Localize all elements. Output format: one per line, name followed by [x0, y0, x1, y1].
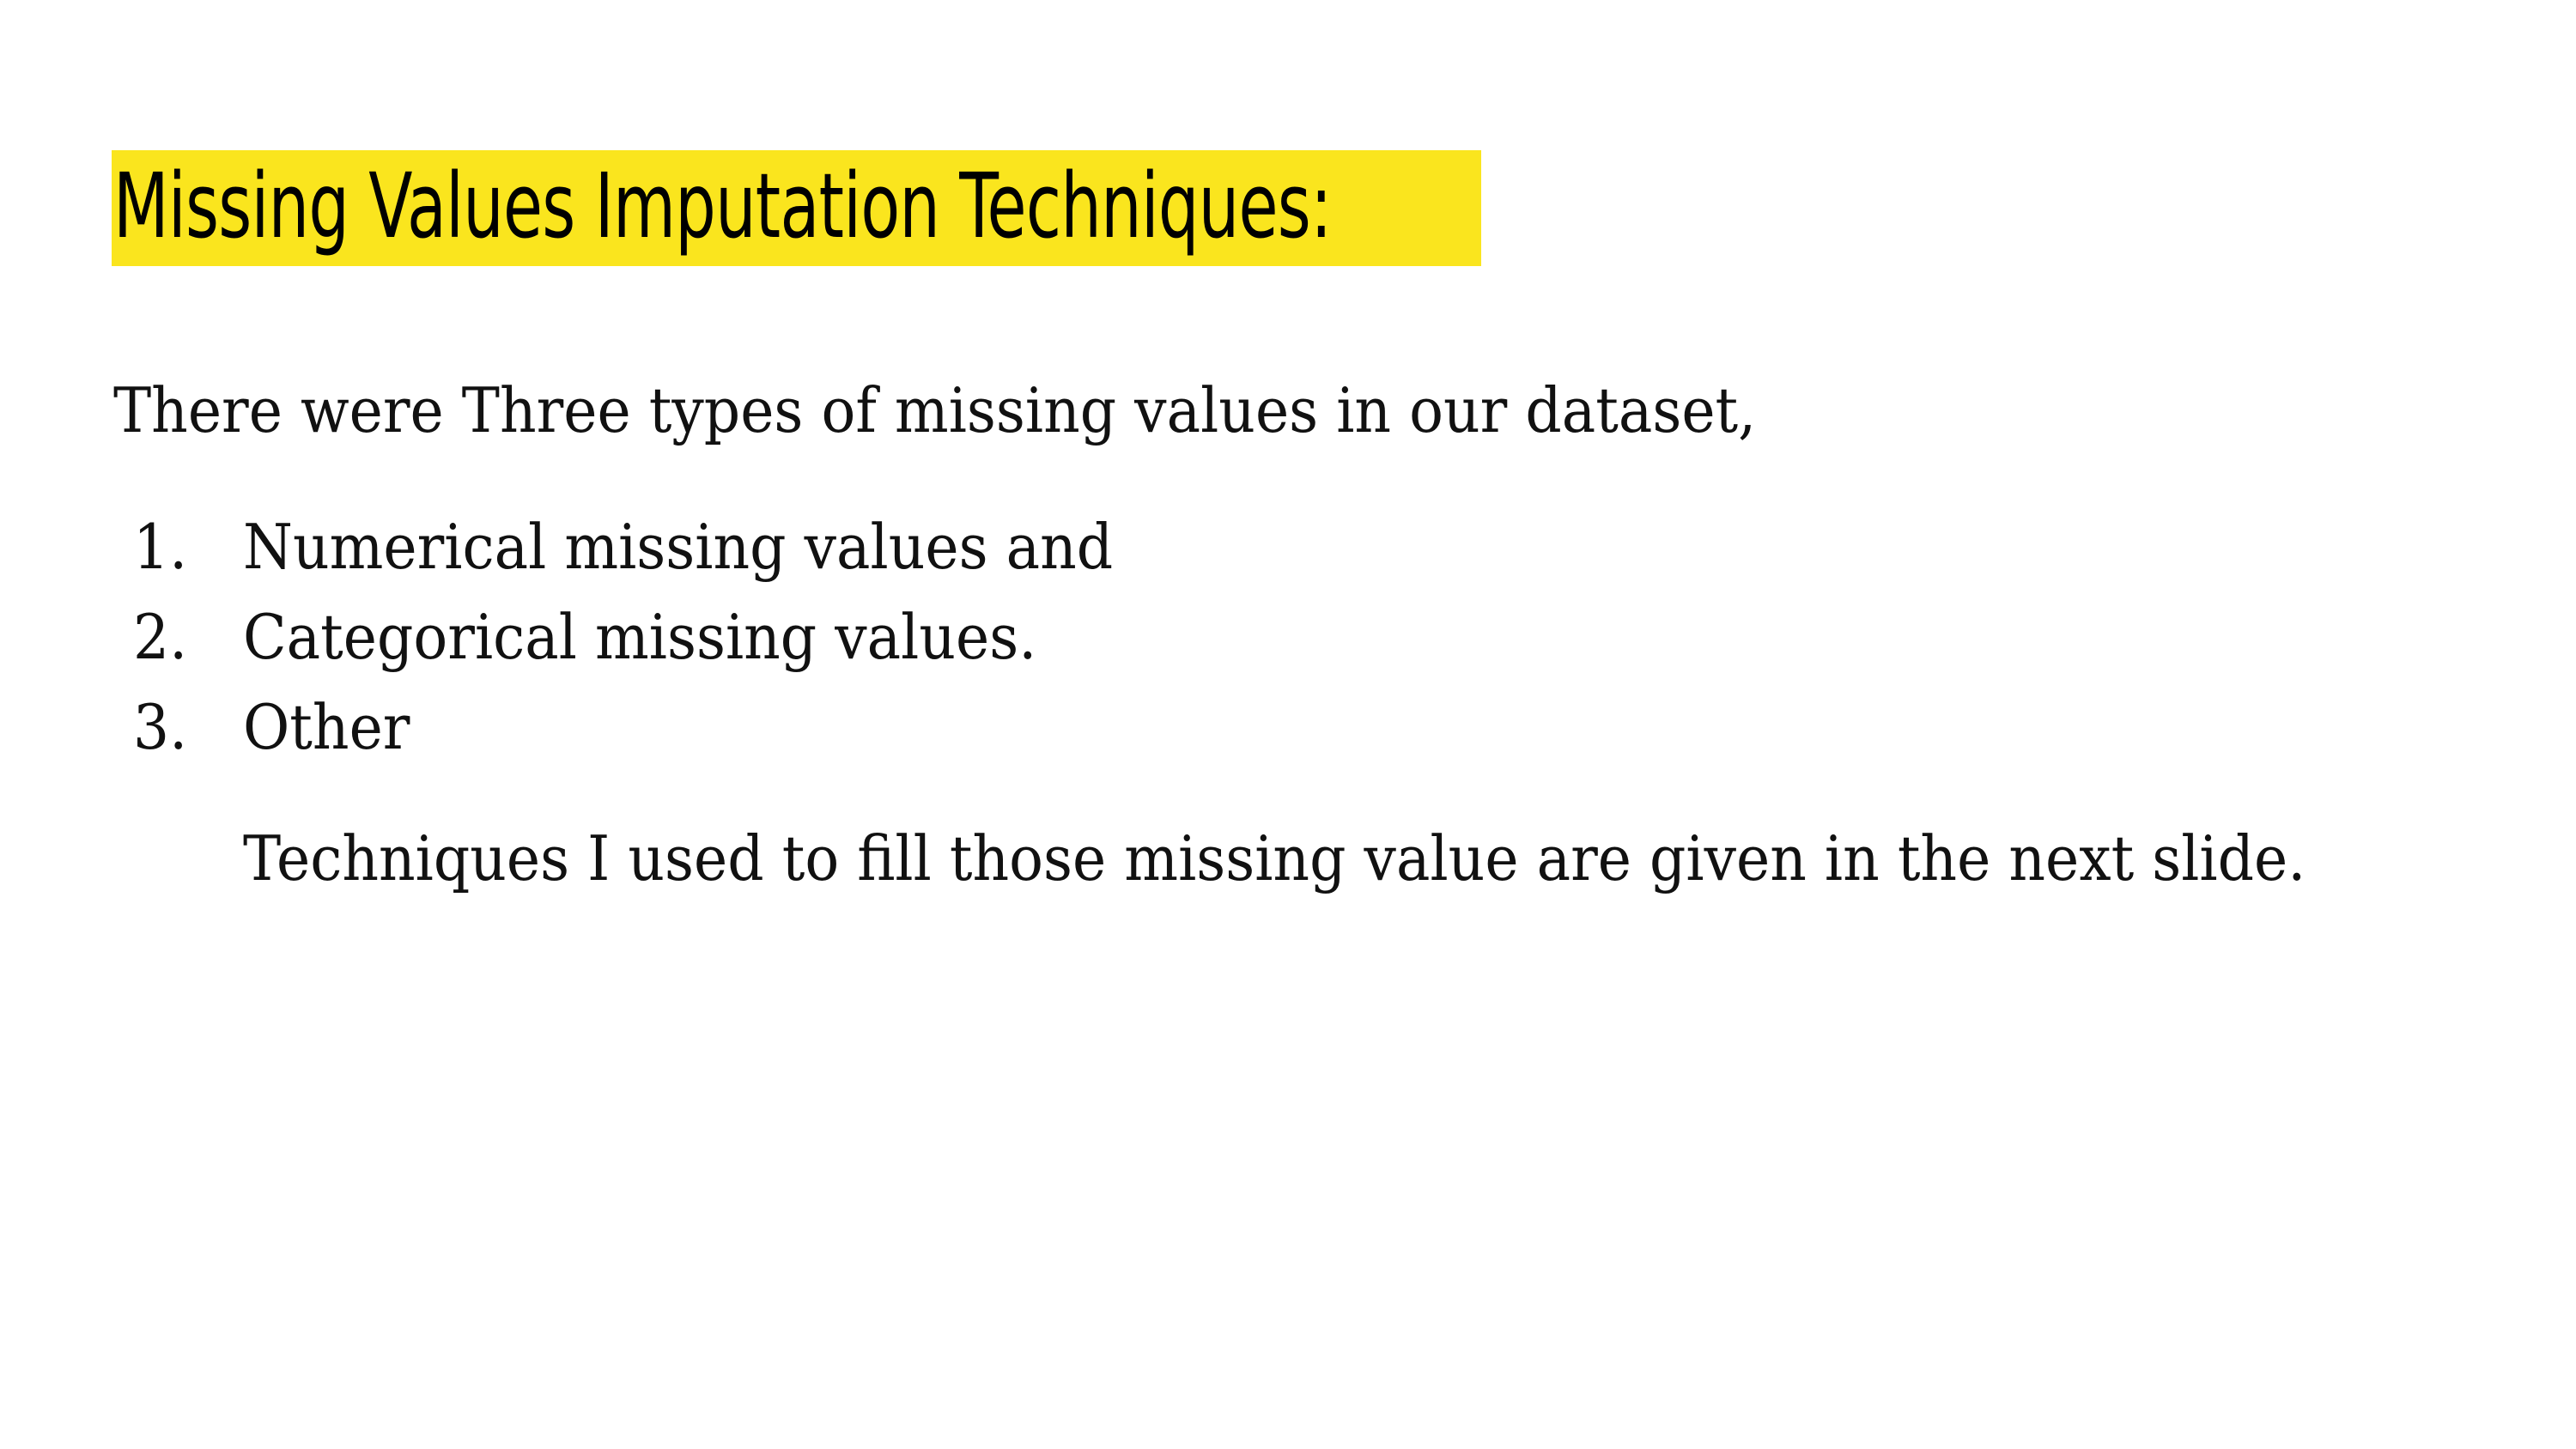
list-item-number: 2. [133, 601, 188, 673]
note-text: Techniques I used to fill those missing … [243, 822, 2306, 894]
missing-value-types-list: 1. Numerical missing values and 2. Categ… [0, 502, 2576, 773]
list-item-text: Numerical missing values and [243, 511, 1114, 583]
list-item-text: Categorical missing values. [243, 601, 1037, 673]
list-item-number: 1. [133, 511, 188, 583]
intro-text: There were Three types of missing values… [113, 374, 1757, 446]
slide: Missing Values Imputation Techniques: Th… [0, 0, 2576, 1449]
list-item-number: 3. [133, 691, 188, 763]
slide-title: Missing Values Imputation Techniques: [113, 154, 1332, 258]
list-item-text: Other [243, 691, 410, 763]
list-item: 1. Numerical missing values and [0, 502, 2576, 592]
list-item: 2. Categorical missing values. [0, 592, 2576, 682]
list-item: 3. Other [0, 682, 2576, 773]
